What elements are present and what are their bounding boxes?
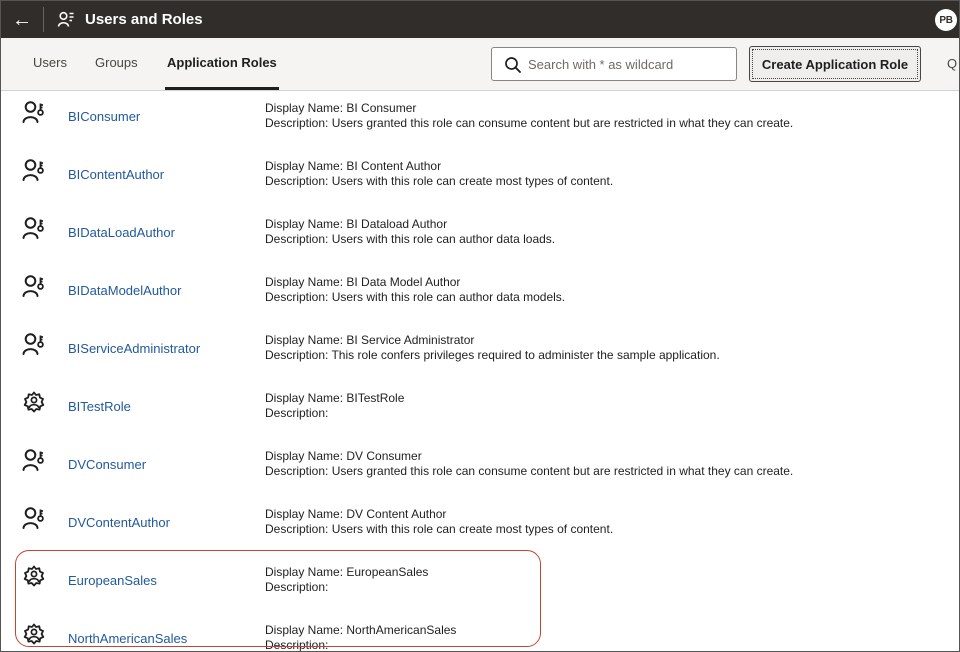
role-name-link[interactable]: BIConsumer: [68, 109, 140, 124]
role-description: Description: Users with this role can cr…: [265, 522, 614, 536]
role-name-link[interactable]: BIServiceAdministrator: [68, 341, 200, 356]
role-row: BIServiceAdministrator Display Name: BI …: [1, 323, 959, 381]
user-role-icon: [21, 158, 47, 184]
search-input[interactable]: [528, 48, 728, 80]
role-name-link[interactable]: EuropeanSales: [68, 573, 157, 588]
user-avatar[interactable]: PB: [935, 9, 957, 31]
role-display-name: Display Name: DV Content Author: [265, 507, 447, 521]
overflow-menu-icon[interactable]: Q: [947, 38, 957, 90]
user-role-icon: [21, 216, 47, 242]
role-description: Description: Users with this role can au…: [265, 290, 566, 304]
role-details: Display Name: EuropeanSales Description:: [265, 565, 428, 595]
role-name-link[interactable]: BITestRole: [68, 399, 131, 414]
role-name-link[interactable]: DVConsumer: [68, 457, 146, 472]
role-row: NorthAmericanSales Display Name: NorthAm…: [1, 613, 959, 652]
role-description: Description: This role confers privilege…: [265, 348, 720, 362]
tab-users[interactable]: Users: [33, 38, 67, 90]
user-role-icon: [21, 448, 47, 474]
title-separator: [43, 7, 44, 32]
role-name-link[interactable]: BIContentAuthor: [68, 167, 164, 182]
role-details: Display Name: BI Data Model Author Descr…: [265, 275, 565, 305]
role-row: BIDataLoadAuthor Display Name: BI Datalo…: [1, 207, 959, 265]
role-description: Description: Users granted this role can…: [265, 116, 794, 130]
user-role-icon: [21, 100, 47, 126]
role-display-name: Display Name: BI Consumer: [265, 101, 417, 115]
search-icon: [505, 57, 521, 73]
role-description: Description:: [265, 580, 329, 594]
role-row: EuropeanSales Display Name: EuropeanSale…: [1, 555, 959, 613]
role-description: Description:: [265, 406, 329, 420]
role-row: BIContentAuthor Display Name: BI Content…: [1, 149, 959, 207]
role-row: BIConsumer Display Name: BI Consumer Des…: [1, 91, 959, 149]
role-details: Display Name: DV Consumer Description: U…: [265, 449, 793, 479]
role-display-name: Display Name: BI Dataload Author: [265, 217, 448, 231]
role-name-link[interactable]: NorthAmericanSales: [68, 631, 187, 646]
role-display-name: Display Name: BITestRole: [265, 391, 405, 405]
create-application-role-button[interactable]: Create Application Role: [749, 46, 921, 82]
role-name-link[interactable]: BIDataLoadAuthor: [68, 225, 175, 240]
application-roles-list: BIConsumer Display Name: BI Consumer Des…: [1, 91, 959, 652]
role-display-name: Display Name: DV Consumer: [265, 449, 422, 463]
role-details: Display Name: BI Dataload Author Descrip…: [265, 217, 555, 247]
role-display-name: Display Name: EuropeanSales: [265, 565, 429, 579]
user-role-icon: [21, 274, 47, 300]
role-row: DVConsumer Display Name: DV Consumer Des…: [1, 439, 959, 497]
role-description: Description:: [265, 638, 329, 652]
back-button[interactable]: ←: [1, 1, 43, 38]
role-details: Display Name: BI Service Administrator D…: [265, 333, 720, 363]
role-description: Description: Users with this role can au…: [265, 232, 556, 246]
search-box[interactable]: [491, 47, 737, 81]
role-display-name: Display Name: NorthAmericanSales: [265, 623, 457, 637]
user-role-icon: [21, 506, 47, 532]
users-and-roles-window: ← Users and Roles PB Users Groups Applic…: [0, 0, 960, 652]
role-display-name: Display Name: BI Data Model Author: [265, 275, 461, 289]
role-description: Description: Users granted this role can…: [265, 464, 794, 478]
gear-role-icon: [21, 564, 47, 590]
role-details: Display Name: BI Consumer Description: U…: [265, 101, 793, 131]
title-bar: ← Users and Roles PB: [1, 1, 959, 38]
role-row: DVContentAuthor Display Name: DV Content…: [1, 497, 959, 555]
tab-groups[interactable]: Groups: [95, 38, 138, 90]
gear-role-icon: [21, 390, 47, 416]
role-name-link[interactable]: BIDataModelAuthor: [68, 283, 181, 298]
tab-application-roles[interactable]: Application Roles: [165, 38, 279, 90]
role-details: Display Name: BITestRole Description:: [265, 391, 404, 421]
page-title: Users and Roles: [85, 11, 203, 28]
role-display-name: Display Name: BI Content Author: [265, 159, 442, 173]
role-row: BIDataModelAuthor Display Name: BI Data …: [1, 265, 959, 323]
gear-role-icon: [21, 622, 47, 648]
role-name-link[interactable]: DVContentAuthor: [68, 515, 170, 530]
role-row: BITestRole Display Name: BITestRole Desc…: [1, 381, 959, 439]
role-details: Display Name: BI Content Author Descript…: [265, 159, 613, 189]
role-details: Display Name: DV Content Author Descript…: [265, 507, 613, 537]
role-display-name: Display Name: BI Service Administrator: [265, 333, 475, 347]
user-role-icon: [21, 332, 47, 358]
role-details: Display Name: NorthAmericanSales Descrip…: [265, 623, 457, 652]
users-roles-icon: [57, 11, 74, 27]
role-description: Description: Users with this role can cr…: [265, 174, 614, 188]
back-arrow-icon: ←: [12, 8, 32, 31]
tab-bar: Users Groups Application Roles Create Ap…: [1, 38, 959, 91]
